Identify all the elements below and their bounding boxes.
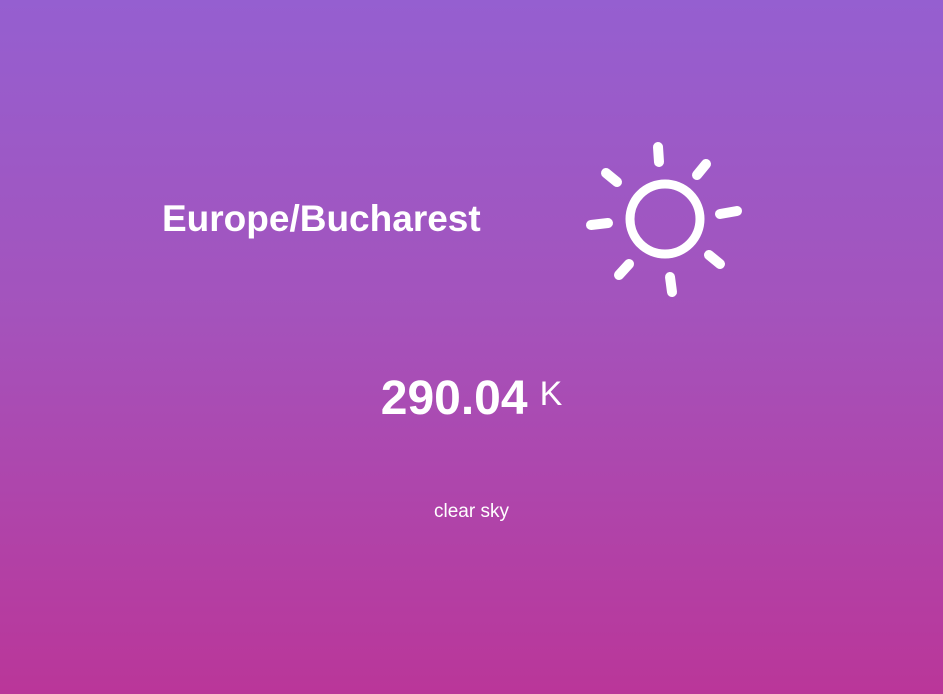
weather-description: clear sky <box>434 501 509 522</box>
temperature-value: 290.04 <box>380 372 528 425</box>
temperature-row: 290.04 K <box>0 371 943 427</box>
location-name: Europe/Bucharest <box>162 198 481 239</box>
weather-app: Europe/Bucharest 290.04 K clear sky <box>0 0 943 694</box>
temperature-unit: K <box>539 375 563 413</box>
sun-icon <box>586 142 742 297</box>
